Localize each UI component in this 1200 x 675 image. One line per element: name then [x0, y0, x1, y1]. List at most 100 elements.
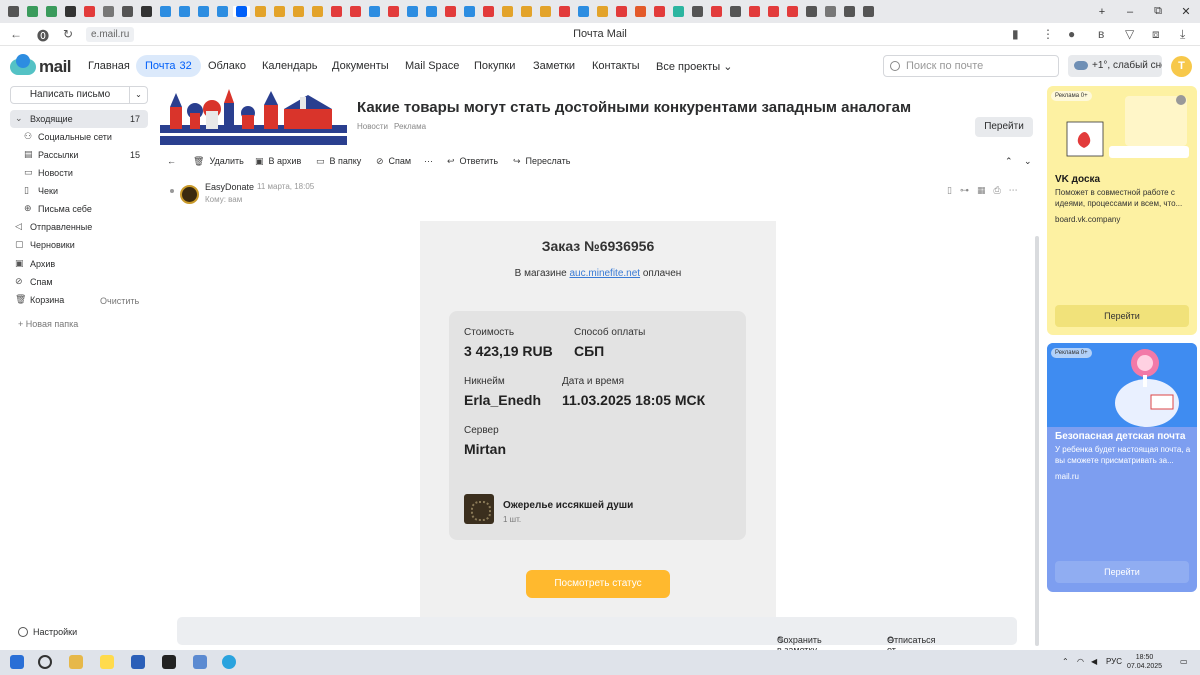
back-arrow-icon[interactable]: ← [167, 156, 176, 166]
folder-drafts[interactable]: ▢ Черновики [10, 236, 148, 254]
tab-icon[interactable] [407, 6, 418, 17]
tab-icon[interactable] [46, 6, 57, 17]
folder-inbox[interactable]: ⌄ Входящие 17 [10, 110, 148, 128]
bookmark-icon[interactable]: ▯ [947, 185, 960, 195]
tab-icon[interactable] [388, 6, 399, 17]
tab-icon[interactable] [27, 6, 38, 17]
menu-contacts[interactable]: Контакты [592, 60, 640, 72]
menu-documents[interactable]: Документы [332, 60, 389, 72]
clear-trash-button[interactable]: Очистить [100, 296, 139, 306]
tab-icon[interactable] [84, 6, 95, 17]
tab-icon[interactable] [787, 6, 798, 17]
view-status-button[interactable]: Посмотреть статус [526, 570, 670, 598]
close-window-button[interactable]: ✕ [1172, 5, 1200, 18]
mail-logo[interactable]: mail [10, 54, 72, 77]
tray-up-icon[interactable]: ⌃ [1062, 657, 1069, 666]
folder-sent[interactable]: ◁ Отправленные [10, 218, 148, 236]
protect-icon[interactable]: ▽ [1125, 27, 1134, 41]
bookmark-icon[interactable]: ▮ [1012, 27, 1019, 41]
reply-button[interactable]: ↩ Ответить [447, 156, 498, 167]
tab-icon[interactable] [198, 6, 209, 17]
move-to-folder-button[interactable]: ▭ В папку [316, 156, 361, 167]
language-indicator[interactable]: РУС [1106, 657, 1122, 666]
more-dots-icon[interactable]: ⋯ [1009, 185, 1026, 195]
ad-kids-mail-button[interactable]: Перейти [1055, 561, 1189, 583]
tab-icon[interactable] [464, 6, 475, 17]
menu-dots-icon[interactable]: ⋮ [1042, 27, 1054, 41]
spam-button[interactable]: ⊘ Спам [376, 156, 411, 167]
tab-icon[interactable] [806, 6, 817, 17]
tab-icon[interactable] [711, 6, 722, 17]
tab-icon[interactable] [445, 6, 456, 17]
folder-spam[interactable]: ⊘ Спам [10, 273, 148, 291]
menu-calendar[interactable]: Календарь [262, 60, 318, 72]
tab-icon[interactable] [179, 6, 190, 17]
tab-icon[interactable] [692, 6, 703, 17]
tab-icon[interactable] [502, 6, 513, 17]
tab-icon[interactable] [559, 6, 570, 17]
tab-icon[interactable] [540, 6, 551, 17]
folder-newsletters[interactable]: ▤ Рассылки 15 [10, 146, 148, 164]
tab-icon[interactable] [255, 6, 266, 17]
new-tab-icon[interactable]: + [1088, 6, 1116, 18]
tab-icon[interactable] [8, 6, 19, 17]
tab-icon[interactable] [160, 6, 171, 17]
calendar-icon[interactable]: ▦ [977, 185, 994, 195]
menu-shopping[interactable]: Покупки [474, 60, 515, 72]
tab-icon[interactable] [293, 6, 304, 17]
menu-mail[interactable]: Почта 32 [136, 55, 201, 77]
tab-icon[interactable] [65, 6, 76, 17]
scrollbar[interactable] [1035, 236, 1039, 646]
more-button[interactable]: ··· [424, 156, 433, 166]
game-icon[interactable] [162, 655, 176, 669]
weather-widget[interactable]: +1°, слабый снег [1068, 55, 1162, 77]
volume-icon[interactable]: ◀ [1091, 657, 1097, 666]
ad-title[interactable]: Какие товары могут стать достойными конк… [357, 99, 911, 116]
network-icon[interactable]: ◠ [1077, 657, 1084, 666]
tab-icon[interactable] [768, 6, 779, 17]
tab-icon[interactable] [350, 6, 361, 17]
folder-news[interactable]: ▭ Новости [10, 164, 148, 182]
active-tab-icon[interactable] [233, 6, 250, 17]
yandex-browser-icon[interactable] [100, 655, 114, 669]
folder-self[interactable]: ⊕ Письма себе [10, 200, 148, 218]
tab-icon[interactable] [673, 6, 684, 17]
clock[interactable]: 18:50 07.04.2025 [1127, 653, 1162, 671]
ad-go-button[interactable]: Перейти [975, 117, 1033, 137]
tab-icon[interactable] [597, 6, 608, 17]
tab-icon[interactable] [616, 6, 627, 17]
ad-kids-mail[interactable]: Реклама 0+ Безопасная детская почта У ре… [1047, 343, 1197, 592]
link-icon[interactable]: ⊶ [960, 185, 977, 195]
notifications-icon[interactable]: ▭ [1180, 657, 1188, 666]
tab-icon[interactable] [217, 6, 228, 17]
shop-link[interactable]: auc.minefite.net [569, 268, 640, 279]
tab-icon[interactable] [654, 6, 665, 17]
unread-dot[interactable] [170, 189, 174, 193]
tab-icon[interactable] [863, 6, 874, 17]
search-input[interactable]: Поиск по почте [883, 55, 1059, 77]
menu-cloud[interactable]: Облако [208, 60, 246, 72]
tab-icon[interactable] [844, 6, 855, 17]
new-folder-button[interactable]: + Новая папка [18, 319, 78, 329]
forward-button[interactable]: ↪ Переслать [513, 156, 570, 167]
folder-archive[interactable]: ▣ Архив [10, 255, 148, 273]
sender-name[interactable]: EasyDonate [205, 182, 254, 192]
telegram-icon[interactable] [222, 655, 236, 669]
compose-button[interactable]: Написать письмо ⌄ [10, 86, 148, 104]
app-icon[interactable] [131, 655, 145, 669]
search-icon[interactable] [38, 655, 52, 669]
print-icon[interactable]: ⎙ [993, 185, 1008, 195]
archive-button[interactable]: ▣ В архив [255, 156, 301, 167]
compose-dropdown-icon[interactable]: ⌄ [129, 87, 147, 103]
avatar[interactable]: T [1171, 56, 1192, 77]
menu-mail-space[interactable]: Mail Space [405, 60, 459, 72]
maximize-button[interactable]: ⧉ [1144, 5, 1172, 18]
menu-all-projects[interactable]: Все проекты ⌄ [656, 60, 732, 73]
tab-icon[interactable] [521, 6, 532, 17]
ad-vk-board-button[interactable]: Перейти [1055, 305, 1189, 327]
next-message-icon[interactable]: ⌄ [1024, 156, 1032, 167]
menu-notes[interactable]: Заметки [533, 60, 575, 72]
download-icon[interactable]: ⤓ [1180, 27, 1185, 42]
extensions-icon[interactable]: ⧈ [1152, 27, 1160, 42]
delete-button[interactable]: 🗑 Удалить [193, 156, 244, 167]
